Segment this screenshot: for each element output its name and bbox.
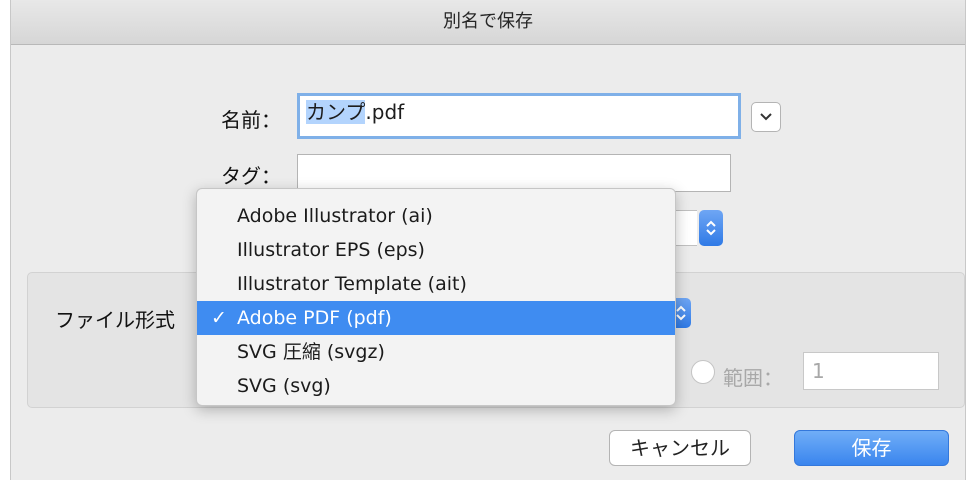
tags-label: タグ： — [221, 164, 281, 188]
name-selected-text: カンプ — [306, 100, 366, 124]
save-button[interactable]: 保存 — [794, 430, 949, 466]
name-field[interactable]: カンプ.pdf — [297, 93, 741, 139]
menu-item-label: SVG 圧縮 (svgz) — [237, 341, 385, 363]
menu-item-eps[interactable]: Illustrator EPS (eps) — [197, 233, 675, 267]
menu-item-pdf[interactable]: ✓ Adobe PDF (pdf) — [197, 301, 675, 335]
up-down-chevron-icon — [676, 305, 686, 321]
chevron-down-icon — [760, 113, 772, 121]
menu-item-ai[interactable]: Adobe Illustrator (ai) — [197, 199, 675, 233]
cancel-button[interactable]: キャンセル — [609, 430, 751, 466]
file-format-label: ファイル形式 — [55, 308, 175, 332]
menu-item-ait[interactable]: Illustrator Template (ait) — [197, 267, 675, 301]
name-label: 名前： — [221, 108, 281, 132]
range-radio[interactable] — [691, 360, 715, 384]
range-field[interactable]: 1 — [803, 352, 939, 390]
menu-item-label: Adobe Illustrator (ai) — [237, 205, 433, 227]
range-label: 範囲： — [723, 366, 783, 390]
up-down-chevron-icon — [706, 220, 716, 236]
expand-dialog-button[interactable] — [751, 102, 781, 132]
menu-item-label: SVG (svg) — [237, 375, 331, 397]
menu-item-label: Illustrator Template (ait) — [237, 273, 467, 295]
menu-item-label: Illustrator EPS (eps) — [237, 239, 425, 261]
location-popup-stepper[interactable] — [699, 210, 723, 246]
window-title: 別名で保存 — [11, 0, 965, 45]
file-format-menu: Adobe Illustrator (ai) Illustrator EPS (… — [196, 188, 676, 406]
menu-item-label: Adobe PDF (pdf) — [237, 307, 392, 329]
checkmark-icon: ✓ — [211, 307, 227, 329]
menu-item-svg[interactable]: SVG (svg) — [197, 369, 675, 403]
tags-field[interactable] — [297, 154, 731, 192]
menu-item-svgz[interactable]: SVG 圧縮 (svgz) — [197, 335, 675, 369]
name-extension-text: .pdf — [365, 100, 405, 124]
